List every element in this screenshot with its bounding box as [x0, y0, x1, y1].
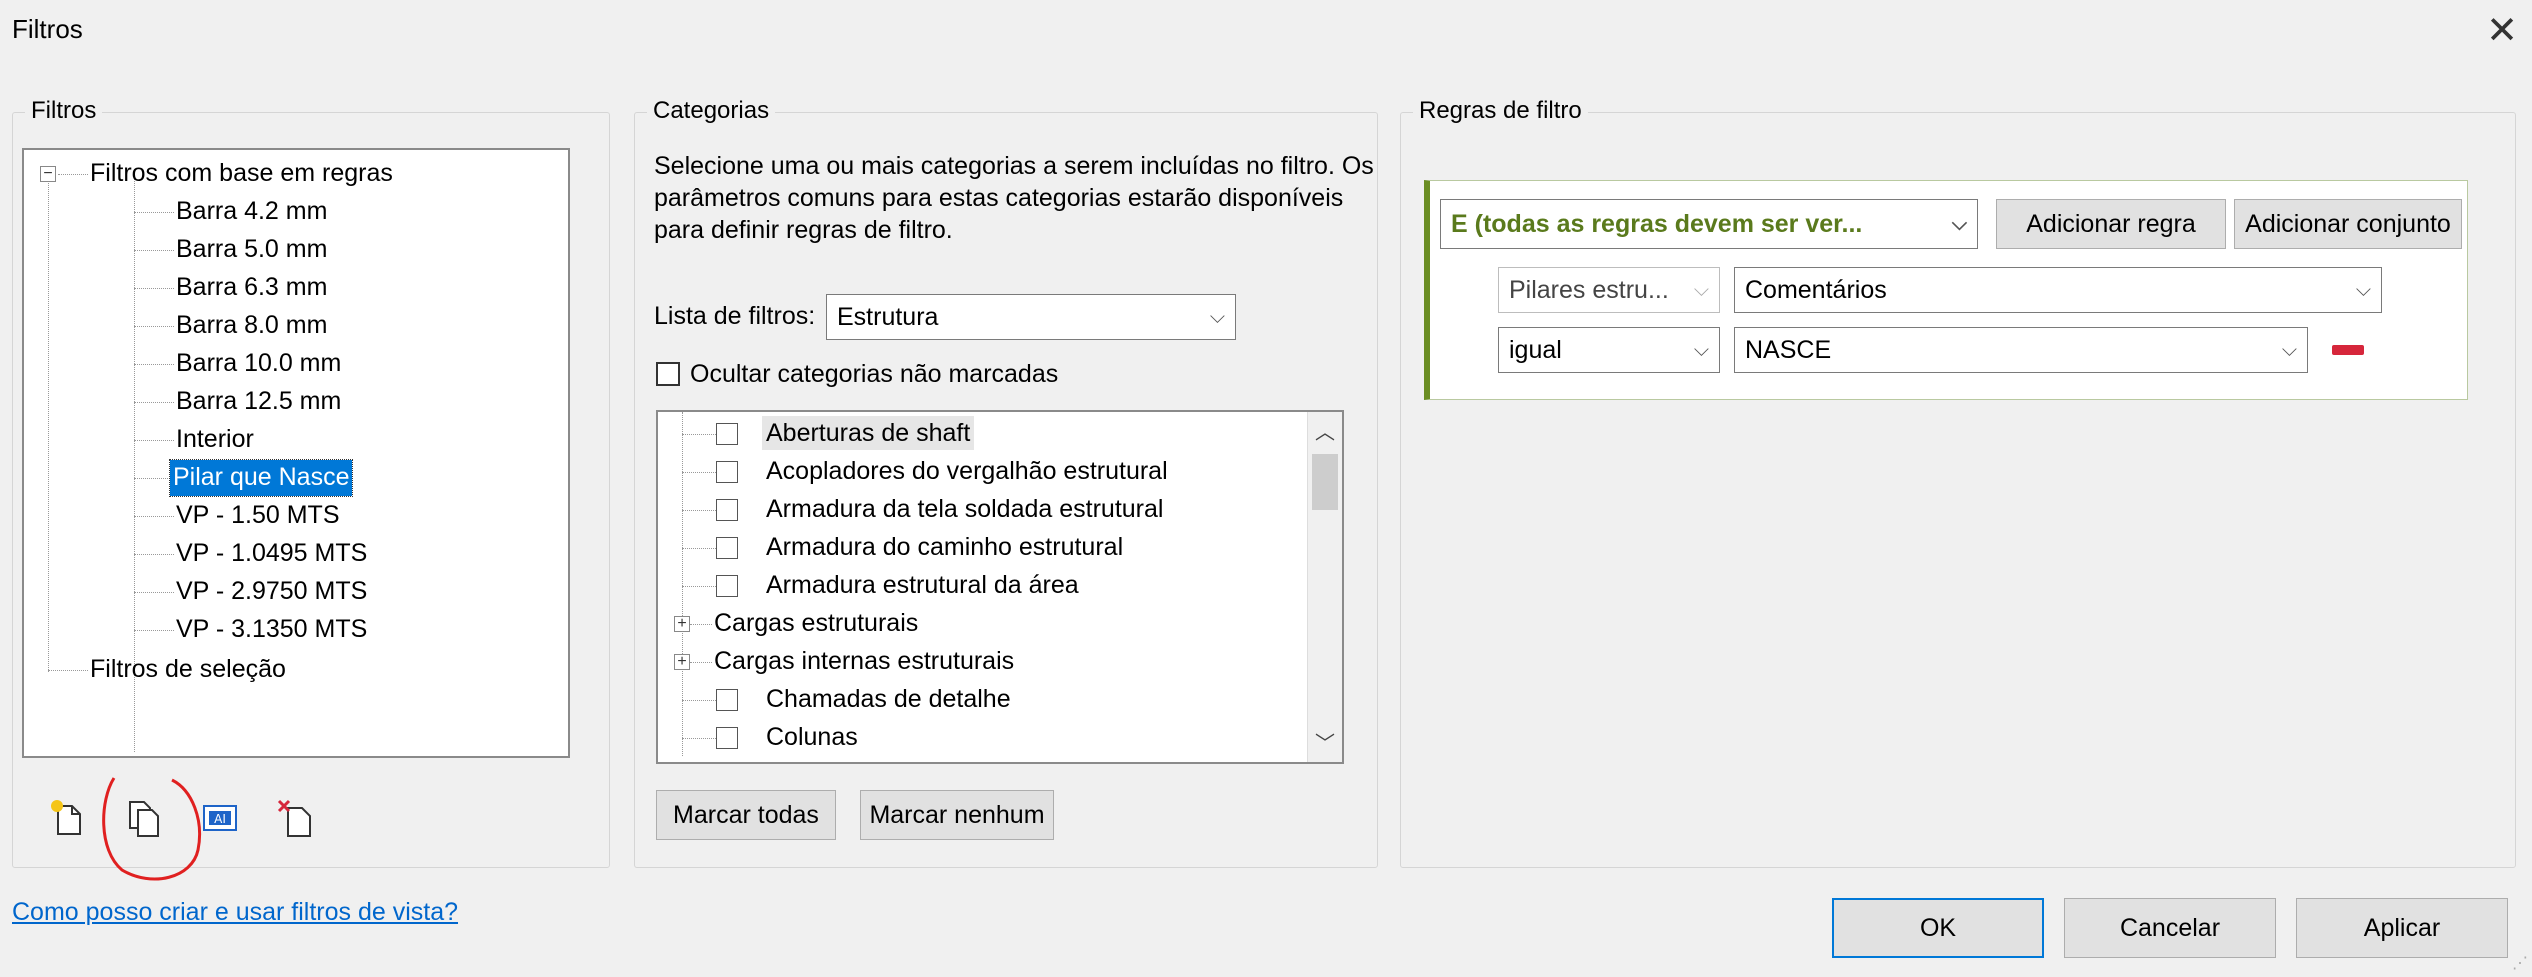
rule-parameter-value: Comentários	[1745, 276, 1887, 304]
filters-tree[interactable]: − Filtros com base em regras Barra 4.2 m…	[22, 148, 570, 758]
scrollbar-thumb[interactable]	[1312, 454, 1338, 510]
filter-list-select[interactable]: Estrutura ⌵	[826, 294, 1236, 340]
rule-category-select[interactable]: Pilares estru... ⌵	[1498, 267, 1720, 313]
tree-item[interactable]: Barra 10.0 mm	[176, 346, 341, 382]
rules-group-label: Regras de filtro	[1413, 97, 1588, 125]
hide-unchecked-label: Ocultar categorias não marcadas	[690, 360, 1059, 388]
tree-item-selected[interactable]: Pilar que Nasce	[168, 459, 354, 497]
tree-item[interactable]: Interior	[176, 422, 254, 458]
scroll-up-icon[interactable]: ︿	[1308, 416, 1342, 445]
rules-set: E (todas as regras devem ser ver... ⌵ Ad…	[1424, 180, 2468, 400]
category-group[interactable]: Cargas internas estruturais	[714, 644, 1014, 678]
category-checkbox[interactable]	[716, 423, 738, 445]
categories-list[interactable]: Aberturas de shaft Acopladores do vergal…	[656, 410, 1344, 764]
category-checkbox[interactable]	[716, 689, 738, 711]
category-item[interactable]: Armadura estrutural da área	[766, 568, 1079, 602]
close-icon[interactable]: ✕	[2486, 8, 2518, 53]
category-checkbox[interactable]	[716, 537, 738, 559]
annotation-circle	[102, 777, 202, 881]
ok-button[interactable]: OK	[1832, 898, 2044, 958]
tree-item[interactable]: Barra 4.2 mm	[176, 194, 327, 230]
expand-icon[interactable]: +	[674, 654, 690, 670]
logic-operator-select[interactable]: E (todas as regras devem ser ver... ⌵	[1440, 199, 1978, 249]
scroll-down-icon[interactable]: ﹀	[1308, 727, 1342, 756]
check-all-button[interactable]: Marcar todas	[656, 790, 836, 840]
category-item[interactable]: Armadura do caminho estrutural	[766, 530, 1123, 564]
chevron-down-icon: ⌵	[2355, 279, 2371, 301]
new-filter-icon[interactable]	[48, 798, 88, 838]
tree-line	[48, 174, 49, 672]
add-set-button[interactable]: Adicionar conjunto	[2234, 199, 2462, 249]
collapse-icon[interactable]: −	[40, 166, 56, 182]
tree-node-rule-based[interactable]: Filtros com base em regras	[90, 156, 393, 192]
rule-parameter-select[interactable]: Comentários ⌵	[1734, 267, 2382, 313]
category-item[interactable]: Chamadas de detalhe	[766, 682, 1011, 716]
rule-value-input[interactable]: NASCE ⌵	[1734, 327, 2308, 373]
add-rule-button[interactable]: Adicionar regra	[1996, 199, 2226, 249]
apply-button[interactable]: Aplicar	[2296, 898, 2508, 958]
category-item[interactable]: Armadura da tela soldada estrutural	[766, 492, 1163, 526]
tree-item[interactable]: VP - 1.0495 MTS	[176, 536, 367, 572]
tree-item[interactable]: Barra 6.3 mm	[176, 270, 327, 306]
help-link[interactable]: Como posso criar e usar filtros de vista…	[12, 898, 458, 927]
category-checkbox[interactable]	[716, 499, 738, 521]
rule-category-value: Pilares estru...	[1509, 276, 1669, 304]
filters-group-label: Filtros	[25, 97, 103, 125]
category-checkbox[interactable]	[716, 575, 738, 597]
window-title: Filtros	[12, 14, 83, 44]
chevron-down-icon: ⌵	[1951, 213, 1967, 235]
delete-filter-icon[interactable]	[276, 798, 316, 838]
remove-rule-icon[interactable]	[2332, 345, 2364, 355]
tree-line	[48, 670, 88, 671]
rule-value-text: NASCE	[1745, 336, 1832, 364]
resize-grip-icon[interactable]: ⋰	[2512, 953, 2528, 973]
hide-unchecked-checkbox[interactable]	[656, 362, 680, 386]
chevron-down-icon: ⌵	[1209, 306, 1225, 328]
tree-item[interactable]: VP - 3.1350 MTS	[176, 612, 367, 648]
category-item[interactable]: Acopladores do vergalhão estrutural	[766, 454, 1168, 488]
tree-item[interactable]: Barra 12.5 mm	[176, 384, 341, 420]
svg-text:AI: AI	[214, 812, 226, 826]
categories-description: Selecione uma ou mais categorias a serem…	[654, 152, 1374, 244]
filter-list-label: Lista de filtros:	[654, 302, 816, 330]
tree-node-selection[interactable]: Filtros de seleção	[90, 652, 286, 688]
cancel-button[interactable]: Cancelar	[2064, 898, 2276, 958]
tree-item[interactable]: VP - 1.50 MTS	[176, 498, 340, 534]
chevron-down-icon: ⌵	[1693, 279, 1709, 301]
category-item[interactable]: Colunas	[766, 720, 858, 754]
filter-list-value: Estrutura	[837, 303, 939, 331]
logic-operator-value: E (todas as regras devem ser ver...	[1451, 210, 1863, 238]
expand-icon[interactable]: +	[674, 616, 690, 632]
category-checkbox[interactable]	[716, 461, 738, 483]
category-checkbox[interactable]	[716, 727, 738, 749]
tree-item[interactable]: VP - 2.9750 MTS	[176, 574, 367, 610]
rule-operator-select[interactable]: igual ⌵	[1498, 327, 1720, 373]
tree-line	[58, 174, 88, 175]
chevron-down-icon: ⌵	[2281, 339, 2297, 361]
rule-operator-value: igual	[1509, 336, 1562, 364]
chevron-down-icon: ⌵	[1693, 339, 1709, 361]
tree-item[interactable]: Barra 5.0 mm	[176, 232, 327, 268]
category-item[interactable]: Aberturas de shaft	[762, 416, 975, 450]
check-none-button[interactable]: Marcar nenhum	[860, 790, 1054, 840]
tree-item[interactable]: Barra 8.0 mm	[176, 308, 327, 344]
categories-group-label: Categorias	[647, 97, 776, 125]
category-group[interactable]: Cargas estruturais	[714, 606, 918, 640]
categories-scrollbar[interactable]: ︿ ﹀	[1307, 412, 1342, 762]
